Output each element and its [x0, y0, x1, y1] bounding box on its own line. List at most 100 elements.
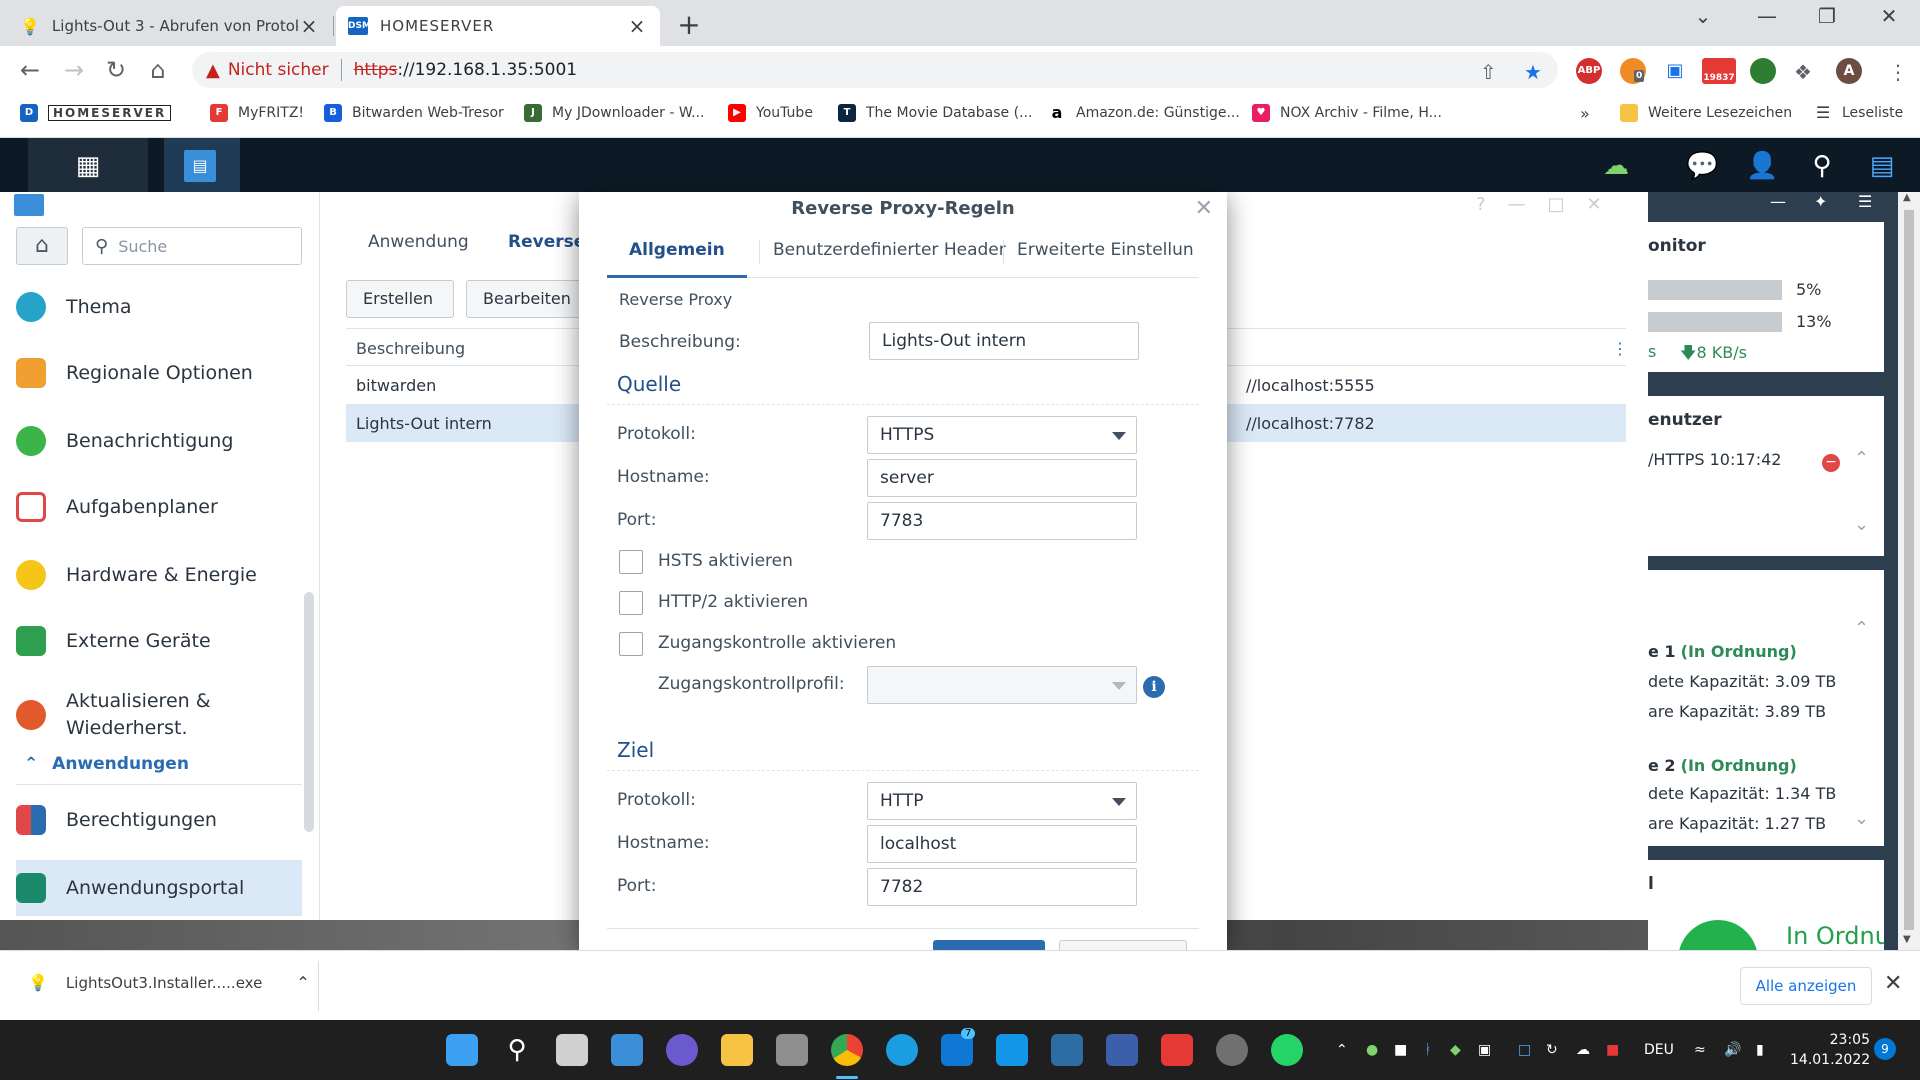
info-icon[interactable]: i: [1143, 676, 1165, 698]
page-scrollbar[interactable]: ▲ ▼: [1898, 192, 1920, 950]
search-input[interactable]: ⚲ Suche: [82, 227, 302, 265]
show-all-button[interactable]: Alle anzeigen: [1740, 967, 1872, 1005]
chevron-up-icon[interactable]: ⌃: [296, 973, 309, 992]
remote-desktop-icon[interactable]: [996, 1034, 1028, 1066]
chat-icon[interactable]: 💬: [1686, 150, 1718, 182]
search-icon[interactable]: ⚲: [1806, 150, 1838, 182]
task-view-icon[interactable]: [556, 1034, 588, 1066]
source-protocol-select[interactable]: HTTPS: [867, 416, 1137, 454]
widgets-icon[interactable]: ▤: [1866, 150, 1898, 182]
access-control-checkbox[interactable]: [619, 632, 643, 656]
forward-icon[interactable]: →: [58, 54, 90, 86]
http2-checkbox[interactable]: [619, 591, 643, 615]
back-icon[interactable]: ←: [14, 54, 46, 86]
home-button[interactable]: ⌂: [16, 227, 68, 265]
cast-icon[interactable]: ▣: [1662, 58, 1688, 84]
source-port-input[interactable]: 7783: [867, 502, 1137, 540]
url-bar[interactable]: ▲ Nicht sicher https ://192.168.1.35:500…: [192, 52, 1558, 88]
adblock-icon[interactable]: ABP: [1576, 58, 1602, 84]
avatar[interactable]: A: [1836, 58, 1862, 84]
minimize-icon[interactable]: —: [1744, 4, 1790, 28]
battery-icon[interactable]: ▮: [1756, 1042, 1764, 1058]
language-indicator[interactable]: DEU: [1644, 1042, 1674, 1058]
volume-icon[interactable]: 🔊: [1724, 1042, 1741, 1058]
chevron-down-icon[interactable]: ⌄: [1854, 514, 1869, 535]
new-tab-button[interactable]: +: [672, 8, 706, 41]
tab-advanced[interactable]: Erweiterte Einstellun: [1017, 240, 1194, 260]
home-icon[interactable]: ⌂: [142, 54, 174, 86]
scroll-up-icon[interactable]: ▲: [1903, 192, 1911, 203]
access-control-label[interactable]: Zugangskontrolle aktivieren: [658, 633, 896, 653]
calculator-icon[interactable]: [776, 1034, 808, 1066]
close-icon[interactable]: ×: [298, 14, 320, 38]
target-port-input[interactable]: 7782: [867, 868, 1137, 906]
category-anwendungen[interactable]: ⌃ Anwendungen: [24, 754, 189, 774]
pin-icon[interactable]: ✦: [1814, 192, 1827, 211]
tab-homeserver[interactable]: DSM HOMESERVER ×: [336, 6, 660, 46]
window-close-icon[interactable]: ✕: [1866, 4, 1912, 28]
sidebar-item-scheduler[interactable]: Aufgabenplaner: [16, 482, 302, 532]
sidebar-item-thema[interactable]: Thema: [16, 282, 302, 332]
edge-icon[interactable]: [886, 1034, 918, 1066]
tab-general[interactable]: Allgemein: [629, 240, 725, 260]
file-explorer-icon[interactable]: [721, 1034, 753, 1066]
control-panel-taskbar-button[interactable]: ▤: [164, 138, 240, 192]
sidebar-item-notification[interactable]: Benachrichtigung: [16, 416, 302, 466]
tray-sync-icon[interactable]: ↻: [1546, 1042, 1558, 1058]
teams-chat-icon[interactable]: [666, 1034, 698, 1066]
tray-network-icon[interactable]: ▣: [1478, 1042, 1491, 1058]
create-button[interactable]: Erstellen: [346, 280, 454, 318]
widget-menu-icon[interactable]: ☰: [1858, 192, 1872, 211]
not-secure-label[interactable]: Nicht sicher: [228, 60, 329, 80]
sidebar-item-hardware[interactable]: Hardware & Energie: [16, 550, 302, 600]
save-button[interactable]: [933, 940, 1045, 950]
tab-lights-out[interactable]: 💡 Lights-Out 3 - Abrufen von Protokol ×: [8, 6, 332, 46]
edit-button[interactable]: Bearbeiten: [466, 280, 586, 318]
bookmark-myfritz[interactable]: F MyFRITZ!: [210, 104, 304, 122]
tab-custom-header[interactable]: Benutzerdefinierter Header: [773, 240, 1006, 260]
target-protocol-select[interactable]: HTTP: [867, 782, 1137, 820]
download-item[interactable]: 💡 LightsOut3.Installer.....exe ⌃: [28, 973, 310, 992]
tab-anwendung[interactable]: Anwendung: [368, 232, 469, 252]
bookmark-amazon[interactable]: a Amazon.de: Günstige...: [1048, 104, 1240, 122]
sidebar-item-application-portal[interactable]: Anwendungsportal: [16, 860, 302, 916]
sidebar-item-permissions[interactable]: Berechtigungen: [16, 792, 302, 848]
tray-cloud-icon[interactable]: ☁: [1576, 1042, 1590, 1058]
reading-list[interactable]: ☰ Leseliste: [1814, 104, 1903, 122]
restore-icon[interactable]: ❐: [1804, 4, 1850, 28]
column-description[interactable]: Beschreibung: [356, 339, 465, 358]
bookmark-tmdb[interactable]: T The Movie Database (...: [838, 104, 1032, 122]
clock[interactable]: 23:05 14.01.2022: [1790, 1030, 1870, 1070]
menu-dots-icon[interactable]: ⋮: [1888, 60, 1908, 84]
tray-app-icon[interactable]: ■: [1394, 1042, 1407, 1058]
defender-icon[interactable]: ◆: [1450, 1042, 1461, 1058]
mail-icon[interactable]: 19837: [1702, 58, 1736, 84]
close-icon[interactable]: ×: [626, 14, 648, 38]
tray-doc-icon[interactable]: □: [1518, 1042, 1531, 1058]
chevron-up-icon[interactable]: ⌃: [1854, 448, 1869, 469]
user-icon[interactable]: 👤: [1746, 150, 1778, 182]
http2-label[interactable]: HTTP/2 aktivieren: [658, 592, 808, 612]
search-icon[interactable]: ⚲: [501, 1034, 533, 1066]
tray-red-icon[interactable]: ■: [1606, 1042, 1619, 1058]
close-icon[interactable]: ✕: [1884, 971, 1902, 996]
wifi-icon[interactable]: ≈: [1694, 1042, 1706, 1058]
main-menu-button[interactable]: ▦: [28, 138, 148, 192]
vpn-icon[interactable]: [1106, 1034, 1138, 1066]
tray-chevron-icon[interactable]: ⌃: [1336, 1042, 1348, 1058]
sidebar-scrollbar[interactable]: [304, 592, 314, 832]
bookmark-bitwarden[interactable]: B Bitwarden Web-Tresor: [324, 104, 504, 122]
sidebar-item-regional[interactable]: Regionale Optionen: [16, 348, 302, 398]
bluetooth-icon[interactable]: ᛓ: [1424, 1042, 1432, 1058]
bookmark-youtube[interactable]: ▶ YouTube: [728, 104, 813, 122]
scroll-down-icon[interactable]: ▼: [1903, 934, 1911, 945]
scroll-thumb[interactable]: [1904, 210, 1914, 930]
star-icon[interactable]: ★: [1524, 60, 1542, 84]
notification-badge[interactable]: 9: [1874, 1038, 1896, 1060]
settings-gear-icon[interactable]: [1216, 1034, 1248, 1066]
target-hostname-input[interactable]: localhost: [867, 825, 1137, 863]
tab-search-icon[interactable]: ⌄: [1680, 4, 1726, 28]
reload-icon[interactable]: ↻: [100, 54, 132, 86]
hsts-label[interactable]: HSTS aktivieren: [658, 551, 793, 571]
close-icon[interactable]: ✕: [1195, 196, 1213, 221]
